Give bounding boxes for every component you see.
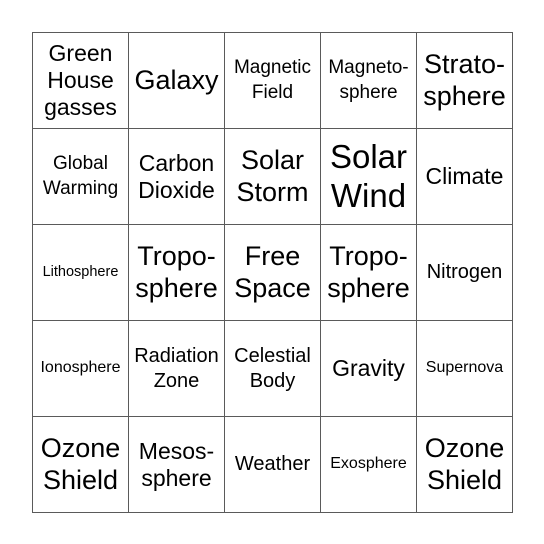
bingo-cell[interactable]: Carbon Dioxide	[129, 129, 225, 225]
bingo-cell[interactable]: Climate	[417, 129, 513, 225]
bingo-cell[interactable]: Nitrogen	[417, 225, 513, 321]
bingo-cell[interactable]: Celestial Body	[225, 321, 321, 417]
bingo-cell[interactable]: Green House gasses	[33, 33, 129, 129]
bingo-cell[interactable]: Ionosphere	[33, 321, 129, 417]
bingo-cell[interactable]: Strato- sphere	[417, 33, 513, 129]
bingo-cell[interactable]: Ozone Shield	[33, 417, 129, 513]
bingo-cell[interactable]: Tropo- sphere	[321, 225, 417, 321]
bingo-cell[interactable]: Solar Wind	[321, 129, 417, 225]
bingo-cell[interactable]: Magnetic Field	[225, 33, 321, 129]
bingo-cell[interactable]: Weather	[225, 417, 321, 513]
bingo-board: Green House gasses Galaxy Magnetic Field…	[32, 32, 513, 513]
bingo-cell[interactable]: Free Space	[225, 225, 321, 321]
bingo-cell[interactable]: Supernova	[417, 321, 513, 417]
bingo-cell[interactable]: Solar Storm	[225, 129, 321, 225]
bingo-cell[interactable]: Gravity	[321, 321, 417, 417]
bingo-cell[interactable]: Global Warming	[33, 129, 129, 225]
bingo-cell[interactable]: Galaxy	[129, 33, 225, 129]
bingo-cell[interactable]: Mesos- sphere	[129, 417, 225, 513]
bingo-cell[interactable]: Ozone Shield	[417, 417, 513, 513]
bingo-cell[interactable]: Exosphere	[321, 417, 417, 513]
bingo-cell[interactable]: Lithosphere	[33, 225, 129, 321]
bingo-cell[interactable]: Magneto- sphere	[321, 33, 417, 129]
bingo-cell[interactable]: Tropo- sphere	[129, 225, 225, 321]
bingo-cell[interactable]: Radiation Zone	[129, 321, 225, 417]
